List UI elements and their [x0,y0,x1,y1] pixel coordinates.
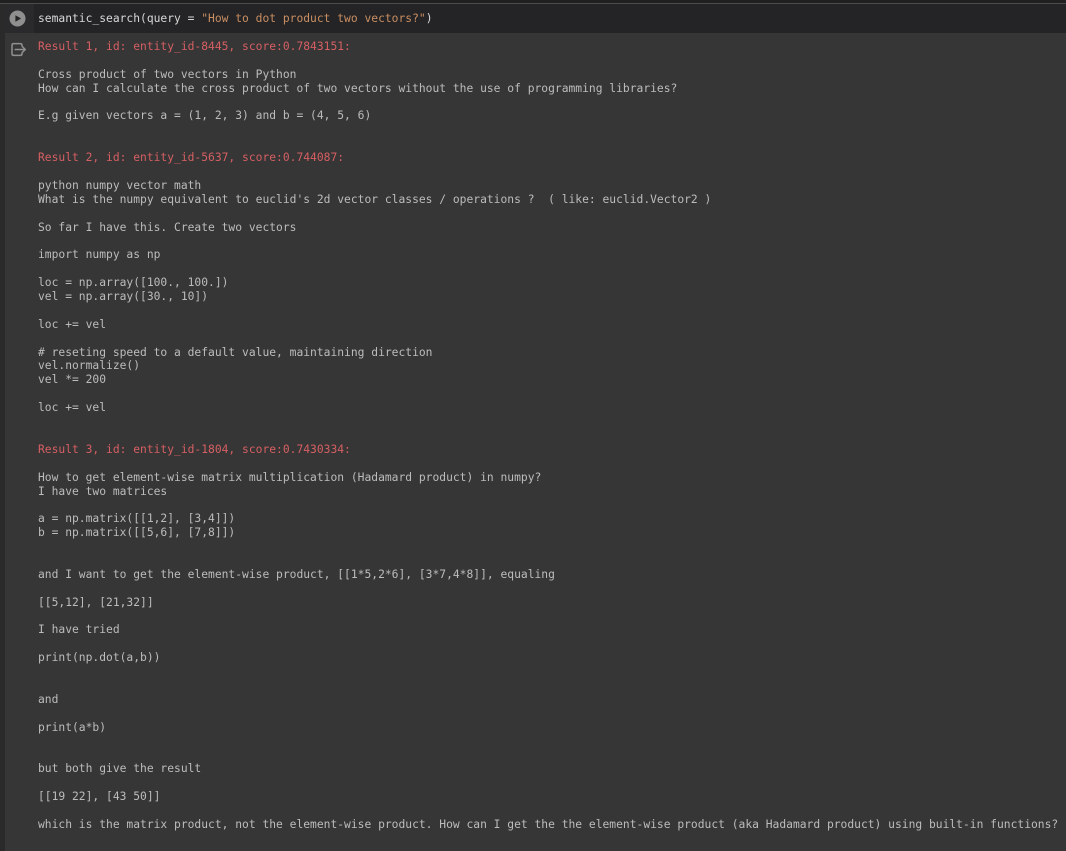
play-icon [9,10,26,27]
output-line [38,554,1066,568]
output-line [38,735,1066,749]
output-line: vel *= 200 [38,373,1066,387]
output-line [38,804,1066,818]
code-text-suffix: ) [426,12,433,25]
output-line: print(a*b) [38,721,1066,735]
left-edge [0,4,5,851]
output-line: and [38,693,1066,707]
cell-output-icon [9,41,28,58]
output-line [38,262,1066,276]
output-line [38,776,1066,790]
code-input[interactable]: semantic_search(query = "How to dot prod… [38,12,433,25]
output-line [38,457,1066,471]
output-line [38,610,1066,624]
output-line: vel.normalize() [38,359,1066,373]
output-line: which is the matrix product, not the ele… [38,818,1066,832]
output-line: What is the numpy equivalent to euclid's… [38,193,1066,207]
output-lines: Result 1, id: entity_id-8445, score:0.78… [38,40,1066,832]
output-line [38,234,1066,248]
output-line [38,665,1066,679]
output-line [38,387,1066,401]
output-line: loc += vel [38,318,1066,332]
output-area: Result 1, id: entity_id-8445, score:0.78… [0,33,1066,832]
output-line: I have tried [38,623,1066,637]
output-line: loc = np.array([100., 100.]) [38,276,1066,290]
output-line [38,96,1066,110]
output-line: loc += vel [38,401,1066,415]
output-line: I have two matrices [38,485,1066,499]
output-line: import numpy as np [38,248,1066,262]
output-line [38,165,1066,179]
output-line [38,304,1066,318]
code-cell: semantic_search(query = "How to dot prod… [0,4,1066,33]
output-line: a = np.matrix([[1,2], [3,4]]) [38,512,1066,526]
output-line: Cross product of two vectors in Python [38,68,1066,82]
output-line [38,498,1066,512]
output-line: # reseting speed to a default value, mai… [38,346,1066,360]
code-text-prefix: semantic_search(query = [38,12,201,25]
output-line: python numpy vector math [38,179,1066,193]
output-line [38,137,1066,151]
output-line: [[5,12], [21,32]] [38,596,1066,610]
output-line: How to get element-wise matrix multiplic… [38,471,1066,485]
run-button[interactable] [0,4,34,33]
output-line: and I want to get the element-wise produ… [38,568,1066,582]
output-line [38,540,1066,554]
output-line: b = np.matrix([[5,6], [7,8]]) [38,526,1066,540]
output-line: How can I calculate the cross product of… [38,82,1066,96]
output-line [38,637,1066,651]
output-line [38,748,1066,762]
output-line: So far I have this. Create two vectors [38,221,1066,235]
output-line [38,123,1066,137]
output-line [38,54,1066,68]
output-line [38,415,1066,429]
output-line: but both give the result [38,762,1066,776]
output-line [38,207,1066,221]
output-line: vel = np.array([30., 10]) [38,290,1066,304]
output-line: Result 3, id: entity_id-1804, score:0.74… [38,443,1066,457]
output-line: [[19 22], [43 50]] [38,790,1066,804]
output-line [38,679,1066,693]
output-line: E.g given vectors a = (1, 2, 3) and b = … [38,109,1066,123]
output-line [38,582,1066,596]
code-query-string: "How to dot product two vectors?" [201,12,425,25]
notebook-window: semantic_search(query = "How to dot prod… [0,0,1066,851]
output-line [38,429,1066,443]
output-line: Result 1, id: entity_id-8445, score:0.78… [38,40,1066,54]
output-line [38,707,1066,721]
output-line: Result 2, id: entity_id-5637, score:0.74… [38,151,1066,165]
output-line [38,332,1066,346]
output-line: print(np.dot(a,b)) [38,651,1066,665]
